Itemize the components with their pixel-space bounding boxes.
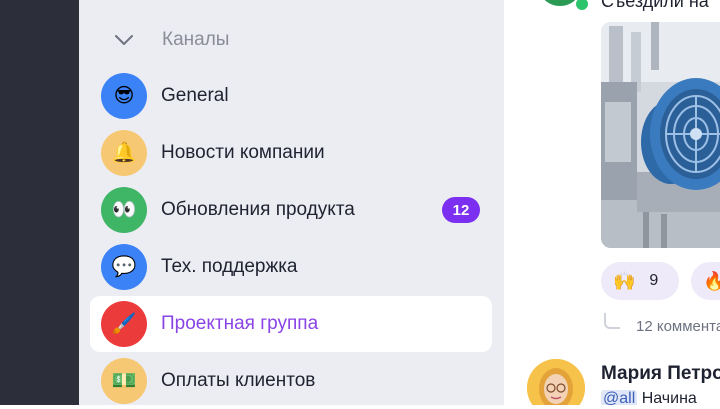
channel-label: Проектная группа <box>161 313 319 334</box>
sidebar-item-tech-support[interactable]: 💬 Тех. поддержка <box>90 239 492 295</box>
chat-panel: Съездили на 🙌 9 🔥 12 коммент Мария Петро… <box>504 0 720 405</box>
channel-label: Обновления продукта <box>161 199 355 220</box>
reaction-raised-hands[interactable]: 🙌 9 <box>601 262 679 300</box>
message-text: Съездили на <box>601 0 709 11</box>
unread-badge: 12 <box>442 197 480 223</box>
thread-link[interactable]: 12 комментари <box>604 312 720 335</box>
channel-label: Оплаты клиентов <box>161 370 316 391</box>
sidebar-item-general[interactable]: 😎 General <box>90 68 492 124</box>
raised-hands-emoji-icon: 🙌 <box>613 270 636 291</box>
message-author-name: Мария Петро <box>601 363 720 384</box>
sidebar-item-company-news[interactable]: 🔔 Новости компании <box>90 125 492 181</box>
avatar[interactable] <box>527 359 585 405</box>
fire-emoji-icon: 🔥 <box>703 270 720 291</box>
chevron-down-icon[interactable] <box>110 26 138 54</box>
speech-bubble-emoji-icon: 💬 <box>101 244 147 290</box>
reaction-count: 9 <box>649 272 659 289</box>
reaction-fire[interactable]: 🔥 <box>691 262 720 300</box>
channels-section-label: Каналы <box>162 29 230 50</box>
workspace-rail <box>0 0 79 405</box>
thread-comments-count: 12 комментари <box>636 318 720 335</box>
money-emoji-icon: 💵 <box>101 358 147 404</box>
sidebar-item-client-payments[interactable]: 💵 Оплаты клиентов <box>90 353 492 409</box>
channel-label: Новости компании <box>161 142 325 163</box>
message-image[interactable] <box>601 22 720 248</box>
thread-connector-icon <box>604 313 620 329</box>
channels-section-header[interactable]: Каналы <box>110 24 229 56</box>
message-body: Начина <box>637 390 697 405</box>
mention-all[interactable]: @all <box>601 390 638 405</box>
paintbrush-emoji-icon: 🖌️ <box>101 301 147 347</box>
online-status-dot <box>574 0 590 12</box>
sidebar-item-product-updates[interactable]: 👀 Обновления продукта 12 <box>90 182 492 238</box>
channel-label: General <box>161 85 229 106</box>
sunglasses-emoji-icon: 😎 <box>101 73 147 119</box>
channel-label: Тех. поддержка <box>161 256 298 277</box>
sidebar-item-project-group[interactable]: 🖌️ Проектная группа <box>90 296 492 352</box>
bell-emoji-icon: 🔔 <box>101 130 147 176</box>
message-text: @all Начина <box>601 390 697 405</box>
eyes-emoji-icon: 👀 <box>101 187 147 233</box>
